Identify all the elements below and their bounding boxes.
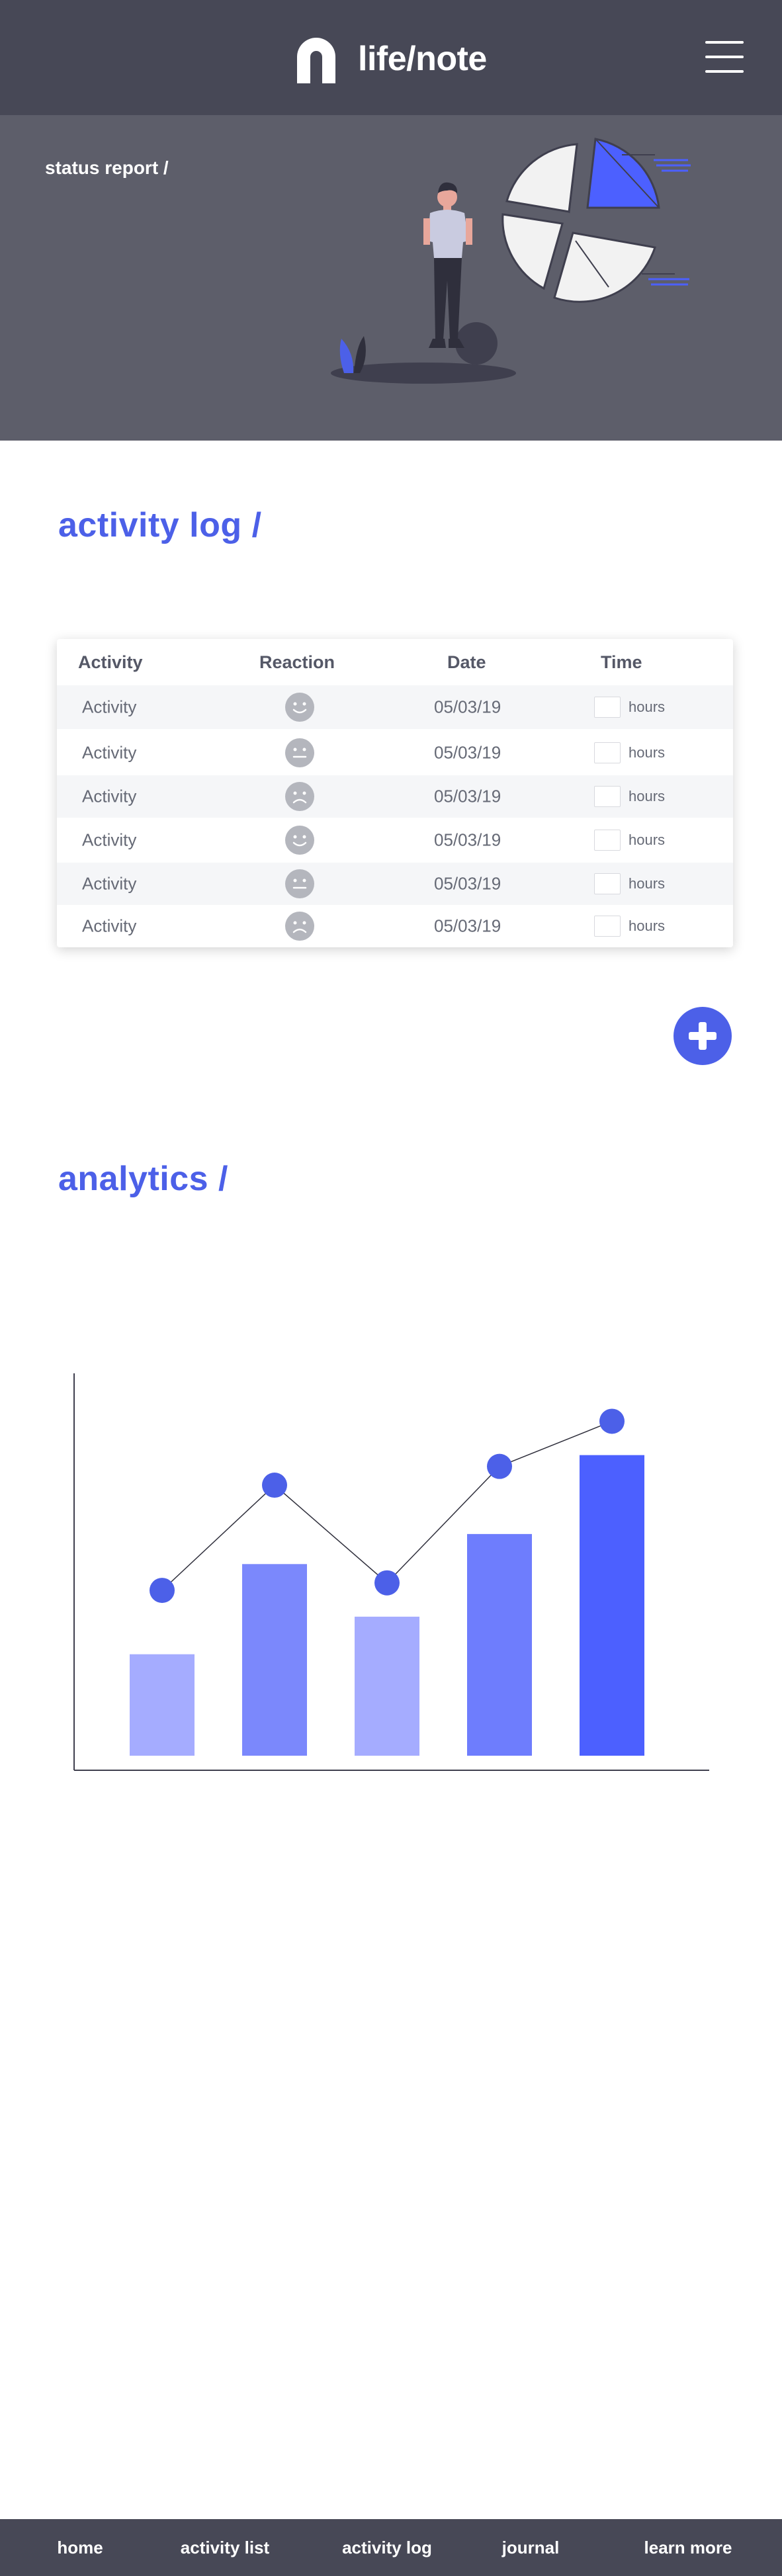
table-row[interactable]: Activity 05/03/19 hours	[57, 730, 733, 775]
neutral-face-icon[interactable]	[284, 738, 315, 768]
hours-label: hours	[629, 918, 666, 934]
hours-label: hours	[629, 744, 666, 761]
activity-cell: Activity	[82, 873, 137, 894]
person-with-pie-chart-illustration	[331, 138, 691, 384]
date-cell: 05/03/19	[434, 916, 501, 936]
date-cell: 05/03/19	[434, 873, 501, 894]
logo[interactable]: life/note	[293, 34, 487, 83]
chart-bar	[467, 1533, 532, 1756]
activity-log-title: activity log /	[58, 506, 262, 544]
chart-point	[599, 1408, 625, 1434]
frown-face-icon[interactable]	[284, 781, 315, 812]
table-row[interactable]: Activity 05/03/19 hours	[57, 818, 733, 863]
chart-bar	[242, 1564, 307, 1756]
hours-input[interactable]	[594, 916, 621, 937]
table-row[interactable]: Activity 05/03/19 hours	[57, 685, 733, 729]
status-report-hero: status report /	[0, 115, 782, 441]
hours-label: hours	[629, 832, 666, 848]
neutral-face-icon[interactable]	[284, 869, 315, 899]
hours-input[interactable]	[594, 697, 621, 718]
activity-log-table: Activity Reaction Date Time Activity 05/0…	[57, 639, 733, 947]
activity-cell: Activity	[82, 697, 137, 717]
activity-cell: Activity	[82, 830, 137, 850]
chart-trend-line	[161, 1420, 613, 1591]
chart-point	[150, 1578, 175, 1604]
activity-cell: Activity	[82, 742, 137, 763]
footer-navigation: home activity list activity log journal …	[0, 2519, 782, 2576]
hours-input[interactable]	[594, 786, 621, 807]
add-activity-button[interactable]	[673, 1007, 732, 1065]
nav-journal[interactable]: journal	[502, 2519, 560, 2576]
smile-face-icon[interactable]	[284, 825, 315, 855]
activity-cell: Activity	[82, 916, 137, 936]
hours-input[interactable]	[594, 742, 621, 763]
date-cell: 05/03/19	[434, 697, 501, 717]
activity-cell: Activity	[82, 786, 137, 806]
chart-bar	[355, 1616, 419, 1756]
hours-input[interactable]	[594, 873, 621, 894]
column-header-date[interactable]: Date	[447, 652, 486, 673]
hero-title: status report /	[45, 157, 169, 178]
chart-bar	[580, 1455, 644, 1756]
nav-activity-list[interactable]: activity list	[181, 2519, 269, 2576]
hours-label: hours	[629, 788, 666, 804]
table-row[interactable]: Activity 05/03/19 hours	[57, 775, 733, 818]
column-header-reaction[interactable]: Reaction	[259, 652, 335, 673]
frown-face-icon[interactable]	[284, 911, 315, 941]
nav-learn-more[interactable]: learn more	[644, 2519, 732, 2576]
brand-name: life/note	[358, 40, 487, 78]
chart-bar	[130, 1654, 195, 1756]
n-logo-icon	[297, 38, 335, 83]
column-header-activity[interactable]: Activity	[78, 652, 143, 673]
date-cell: 05/03/19	[434, 830, 501, 850]
hours-label: hours	[629, 699, 666, 715]
nav-home[interactable]: home	[57, 2519, 103, 2576]
table-row[interactable]: Activity 05/03/19 hours	[57, 863, 733, 905]
date-cell: 05/03/19	[434, 786, 501, 806]
table-row[interactable]: Activity 05/03/19 hours	[57, 905, 733, 947]
nav-activity-log[interactable]: activity log	[342, 2519, 432, 2576]
smile-face-icon[interactable]	[284, 692, 315, 722]
chart-point	[262, 1473, 287, 1498]
hours-input[interactable]	[594, 830, 621, 851]
chart-point	[487, 1453, 512, 1479]
column-header-time[interactable]: Time	[601, 652, 642, 673]
hamburger-menu-icon[interactable]	[705, 41, 744, 73]
hours-label: hours	[629, 875, 666, 892]
top-navigation-bar: life/note	[0, 0, 782, 115]
chart-point	[374, 1570, 400, 1596]
table-header: Activity Reaction Date Time	[57, 639, 733, 685]
date-cell: 05/03/19	[434, 742, 501, 763]
analytics-title: analytics /	[58, 1160, 228, 1198]
analytics-chart	[73, 1373, 709, 1771]
